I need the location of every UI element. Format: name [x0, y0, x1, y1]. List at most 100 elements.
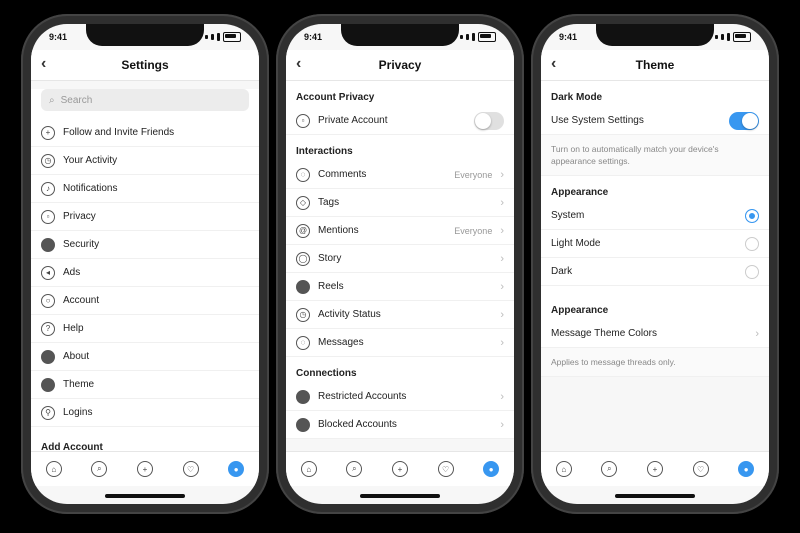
- add-post-icon[interactable]: +: [391, 461, 408, 477]
- settings-item-privacy[interactable]: ▫ Privacy: [31, 203, 259, 231]
- back-arrow-icon[interactable]: ‹: [551, 56, 556, 72]
- radio-selected[interactable]: [745, 208, 759, 223]
- status-icons: [205, 32, 241, 42]
- message-theme-row[interactable]: Message Theme Colors ›: [541, 320, 769, 348]
- settings-item-account[interactable]: ○ Account: [31, 287, 259, 315]
- chevron-right-icon: ›: [500, 390, 504, 403]
- phone-privacy: 9:41 ‹ Privacy Account Privacy ▫ Private…: [276, 14, 524, 514]
- appearance-option-dark[interactable]: Dark: [541, 258, 769, 286]
- back-arrow-icon[interactable]: ‹: [41, 56, 46, 72]
- item-label: Blocked Accounts: [318, 419, 397, 430]
- key-icon: ⚲: [41, 405, 55, 420]
- search-tab-icon[interactable]: ⌕: [346, 461, 363, 477]
- profile-tab-icon[interactable]: ●: [228, 461, 245, 477]
- heart-icon[interactable]: ♡: [437, 461, 454, 477]
- privacy-item-mentions[interactable]: @ Mentions Everyone ›: [286, 217, 514, 245]
- add-post-icon[interactable]: +: [136, 461, 153, 477]
- use-system-settings-row[interactable]: Use System Settings: [541, 107, 769, 135]
- message-theme-note: Applies to message threads only.: [541, 348, 769, 377]
- nav-bar: ‹ Privacy: [286, 50, 514, 81]
- privacy-item-story[interactable]: ◯ Story ›: [286, 245, 514, 273]
- battery-icon: [478, 32, 496, 42]
- lock-icon: ▫: [296, 113, 310, 128]
- heart-icon[interactable]: ♡: [692, 461, 709, 477]
- item-label: Notifications: [63, 183, 118, 194]
- privacy-item-restricted[interactable]: Restricted Accounts ›: [286, 383, 514, 411]
- search-tab-icon[interactable]: ⌕: [91, 461, 108, 477]
- privacy-item-activity-status[interactable]: ◷ Activity Status ›: [286, 301, 514, 329]
- chevron-right-icon: ›: [755, 327, 759, 340]
- item-label: Private Account: [318, 115, 388, 126]
- help-icon: ?: [41, 321, 55, 336]
- status-icons: [460, 32, 496, 42]
- search-tab-icon[interactable]: ⌕: [601, 461, 618, 477]
- message-icon: ◌: [296, 335, 310, 350]
- screen: 9:41 ‹ Privacy Account Privacy ▫ Private…: [286, 24, 514, 504]
- privacy-item-comments[interactable]: ◌ Comments Everyone ›: [286, 161, 514, 189]
- appearance-option-system[interactable]: System: [541, 202, 769, 230]
- item-label: Message Theme Colors: [551, 328, 657, 339]
- privacy-item-blocked[interactable]: Blocked Accounts ›: [286, 411, 514, 439]
- item-label: Mentions: [318, 225, 359, 236]
- profile-tab-icon[interactable]: ●: [483, 461, 500, 477]
- settings-item-ads[interactable]: ◂ Ads: [31, 259, 259, 287]
- status-icons: [715, 32, 751, 42]
- settings-item-logins[interactable]: ⚲ Logins: [31, 399, 259, 427]
- chevron-right-icon: ›: [500, 336, 504, 349]
- item-label: Ads: [63, 267, 81, 278]
- dark-mode-note: Turn on to automatically match your devi…: [541, 135, 769, 176]
- item-label: Messages: [318, 337, 364, 348]
- screen: 9:41 ‹ Theme Dark Mode Use System Settin…: [541, 24, 769, 504]
- option-label: Light Mode: [551, 238, 601, 249]
- search-input[interactable]: ⌕ Search: [41, 89, 249, 111]
- chevron-right-icon: ›: [500, 308, 504, 321]
- chevron-right-icon: ›: [500, 196, 504, 209]
- nav-bar: ‹ Settings: [31, 50, 259, 81]
- section-header: Connections: [286, 357, 514, 383]
- battery-icon: [223, 32, 241, 42]
- heart-icon[interactable]: ♡: [182, 461, 199, 477]
- status-time: 9:41: [304, 32, 323, 42]
- status-time: 9:41: [49, 32, 68, 42]
- appearance-option-light[interactable]: Light Mode: [541, 230, 769, 258]
- shield-icon: [41, 237, 55, 252]
- item-label: Tags: [318, 197, 340, 208]
- settings-item-notifications[interactable]: ♪ Notifications: [31, 175, 259, 203]
- radio-unselected[interactable]: [745, 236, 759, 251]
- privacy-item-tags[interactable]: ◇ Tags ›: [286, 189, 514, 217]
- at-icon: @: [296, 223, 310, 238]
- option-label: System: [551, 210, 585, 221]
- settings-item-security[interactable]: Security: [31, 231, 259, 259]
- use-system-settings-toggle[interactable]: [729, 111, 759, 130]
- search-icon: ⌕: [49, 94, 55, 106]
- settings-item-about[interactable]: About: [31, 343, 259, 371]
- chevron-right-icon: ›: [500, 252, 504, 265]
- settings-item-activity[interactable]: ◷ Your Activity: [31, 147, 259, 175]
- radio-unselected[interactable]: [745, 264, 759, 279]
- item-label: Use System Settings: [551, 115, 644, 126]
- nav-bar: ‹ Theme: [541, 50, 769, 81]
- chevron-right-icon: ›: [500, 168, 504, 181]
- back-arrow-icon[interactable]: ‹: [296, 56, 301, 72]
- privacy-item-private-account[interactable]: ▫ Private Account: [286, 107, 514, 135]
- home-icon[interactable]: ⌂: [300, 461, 317, 477]
- settings-item-follow[interactable]: + Follow and Invite Friends: [31, 119, 259, 147]
- item-label: Activity Status: [318, 309, 381, 320]
- section-header: Interactions: [286, 135, 514, 161]
- home-icon[interactable]: ⌂: [45, 461, 62, 477]
- private-account-toggle[interactable]: [474, 111, 504, 130]
- privacy-item-messages[interactable]: ◌ Messages ›: [286, 329, 514, 357]
- home-icon[interactable]: ⌂: [555, 461, 572, 477]
- signal-icon: [715, 35, 718, 39]
- comment-icon: ◌: [296, 167, 310, 182]
- profile-tab-icon[interactable]: ●: [738, 461, 755, 477]
- tag-icon: ◇: [296, 195, 310, 210]
- signal-icon: [205, 35, 208, 39]
- add-post-icon[interactable]: +: [646, 461, 663, 477]
- settings-item-help[interactable]: ? Help: [31, 315, 259, 343]
- settings-item-theme[interactable]: Theme: [31, 371, 259, 399]
- signal-bar: [721, 34, 724, 40]
- phone-settings: 9:41 ‹ Settings ⌕ Search + Follow and Inv…: [21, 14, 269, 514]
- privacy-item-reels[interactable]: Reels ›: [286, 273, 514, 301]
- blocked-icon: [296, 417, 310, 432]
